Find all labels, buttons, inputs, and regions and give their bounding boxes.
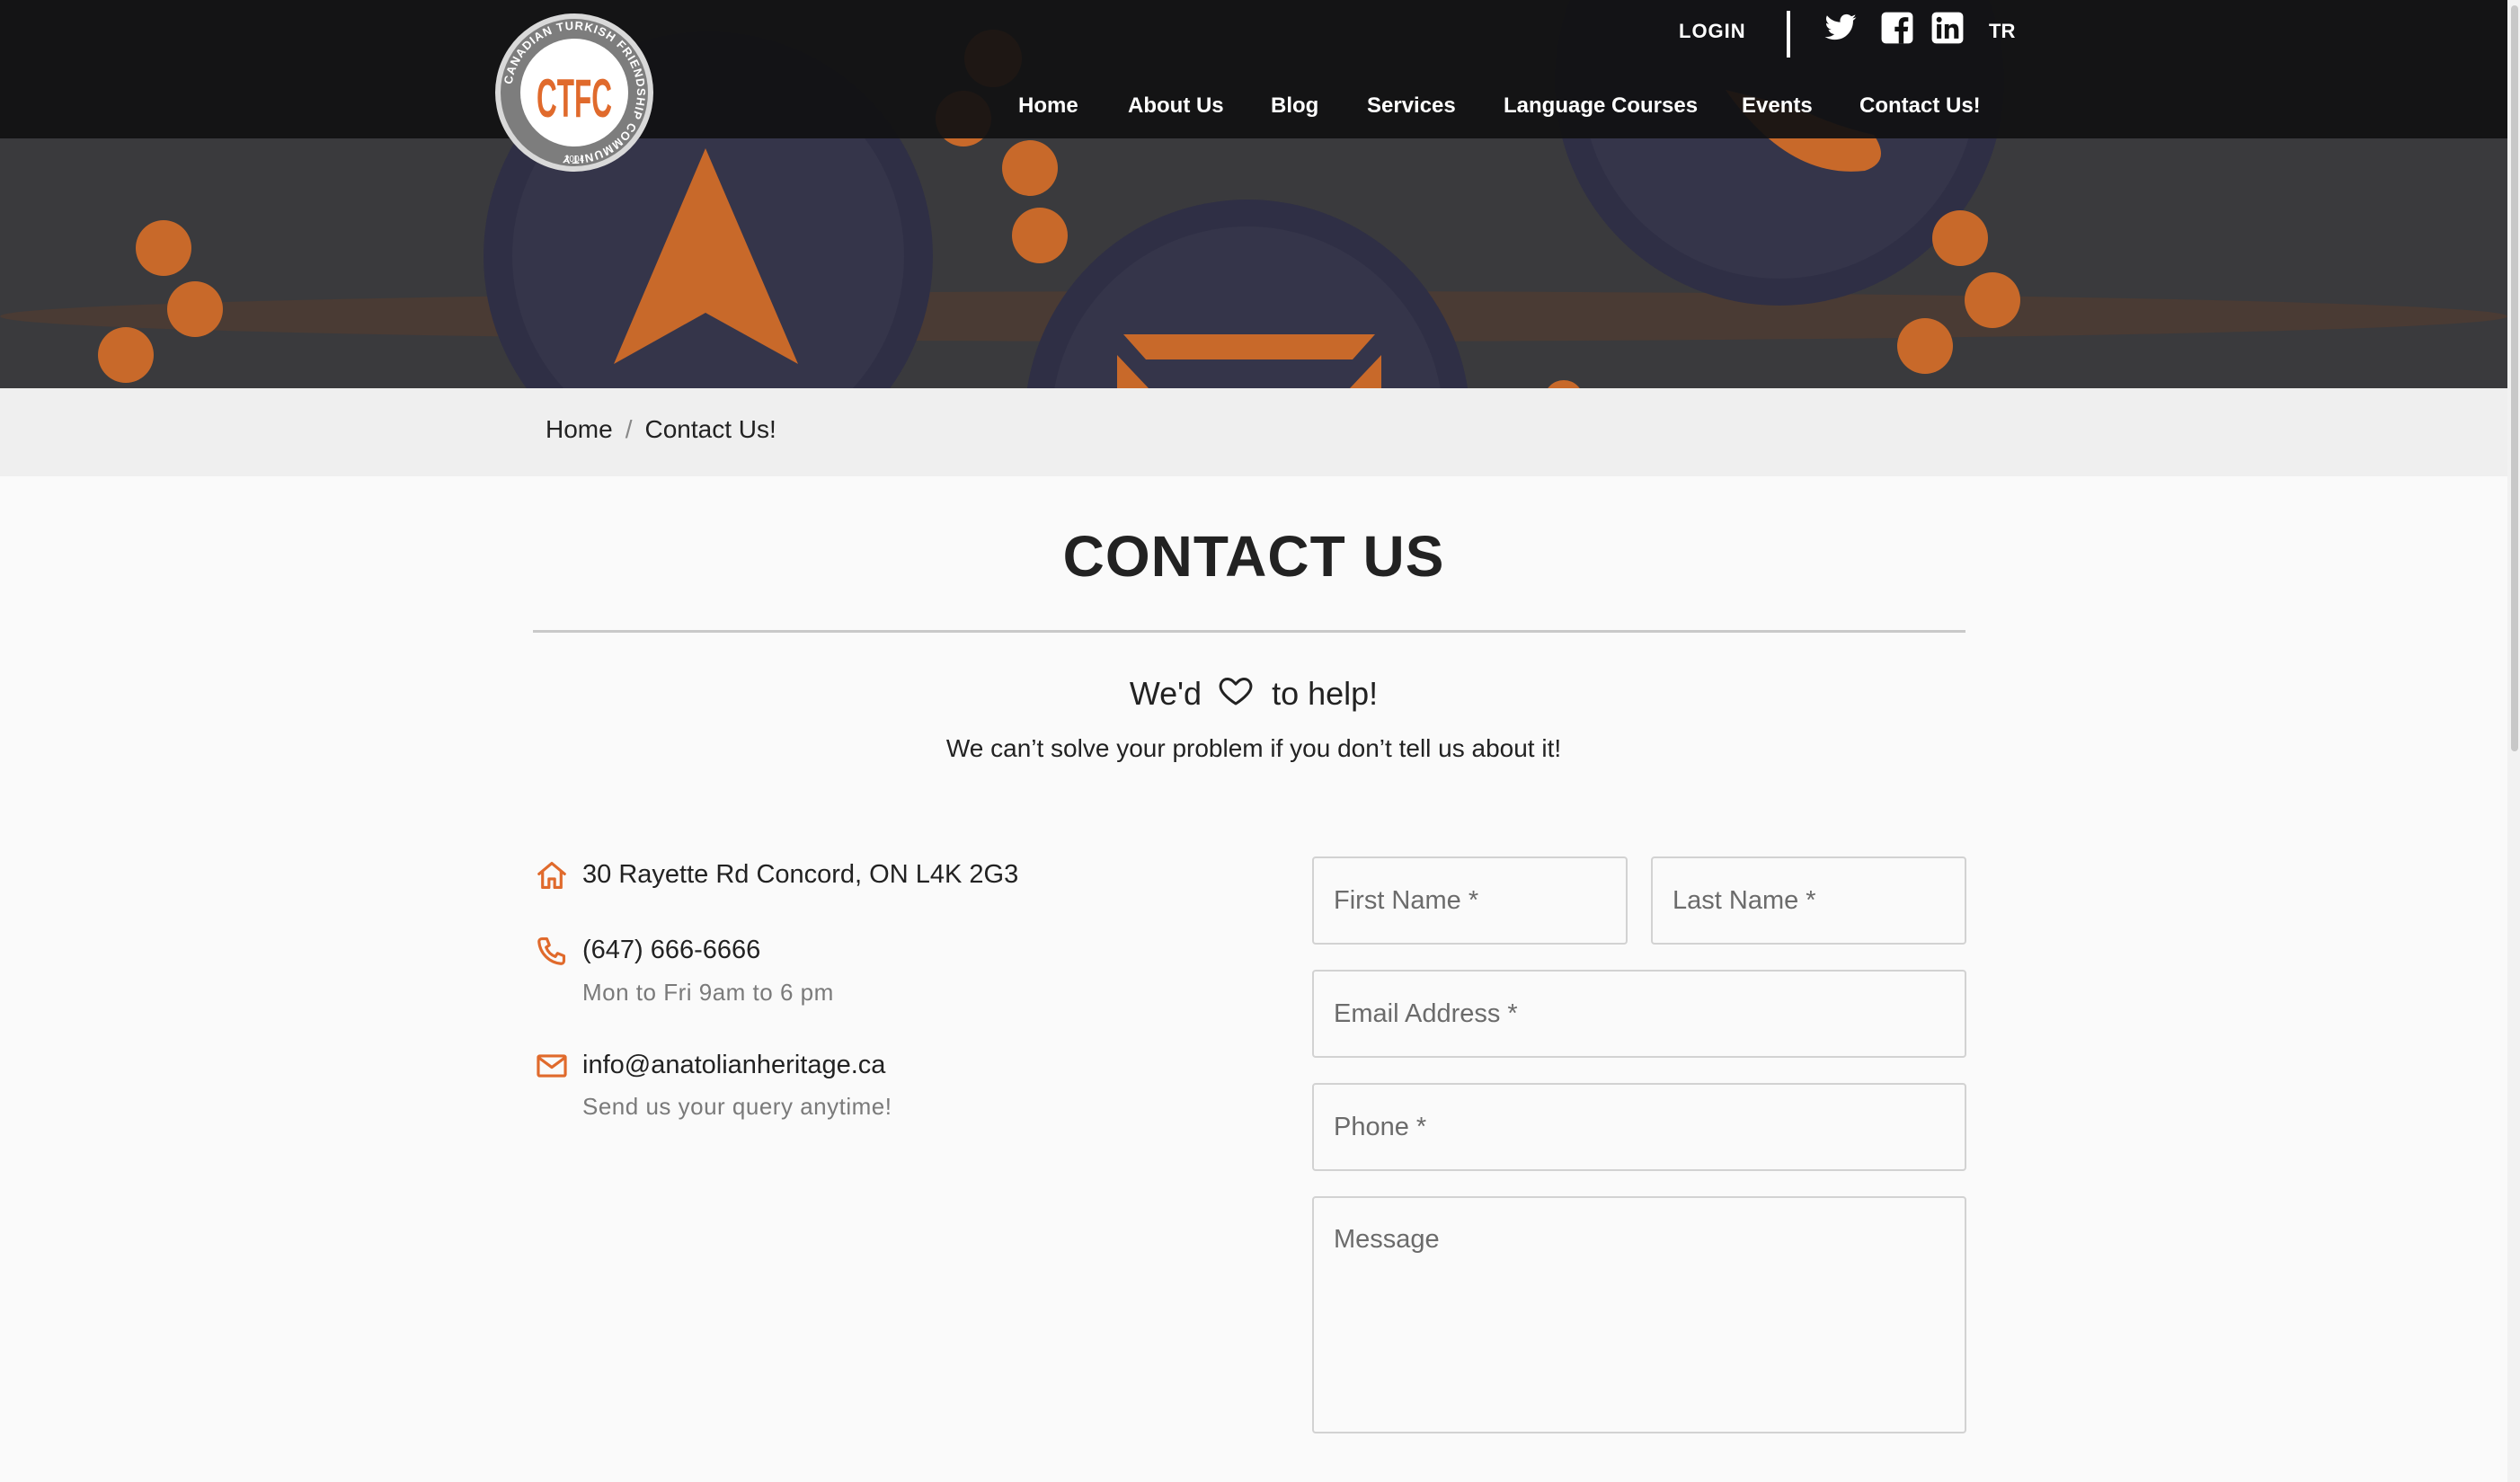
language-toggle[interactable]: TR [1989, 20, 2015, 43]
nav-about-us[interactable]: About Us [1128, 93, 1224, 119]
home-icon [537, 861, 566, 890]
heart-icon [1219, 678, 1253, 706]
first-name-input[interactable] [1312, 856, 1628, 945]
breadcrumb-separator: / [625, 415, 633, 443]
email-input[interactable] [1312, 970, 1966, 1058]
nav-blog[interactable]: Blog [1271, 93, 1318, 119]
header-divider [1787, 11, 1790, 58]
contact-email-note: Send us your query anytime! [582, 1093, 892, 1120]
nav-language-courses[interactable]: Language Courses [1504, 93, 1698, 119]
nav-services[interactable]: Services [1367, 93, 1456, 119]
top-navbar: CANADIAN TURKISH FRIENDSHIP COMMUNITY CT… [0, 0, 2507, 172]
phone-input[interactable] [1312, 1083, 1966, 1171]
nav-contact-us[interactable]: Contact Us! [1859, 93, 1981, 119]
site-logo[interactable]: CANADIAN TURKISH FRIENDSHIP COMMUNITY CT… [492, 11, 656, 174]
page-title: CONTACT US [1062, 524, 1445, 589]
twitter-icon[interactable] [1823, 11, 1858, 45]
contact-address: 30 Rayette Rd Concord, ON L4K 2G3 [582, 860, 1019, 889]
message-textarea[interactable] [1312, 1196, 1966, 1433]
tagline-before: We'd [1129, 675, 1202, 712]
nav-events[interactable]: Events [1742, 93, 1813, 119]
nav-home[interactable]: Home [1018, 93, 1078, 119]
last-name-input[interactable] [1651, 856, 1966, 945]
linkedin-icon[interactable] [1930, 11, 1965, 45]
tagline: We'd to help! [0, 672, 2507, 713]
login-link[interactable]: LOGIN [1679, 20, 1746, 43]
mail-icon [537, 1054, 567, 1078]
phone-icon [537, 936, 566, 965]
breadcrumb-bar: Home / Contact Us! [0, 388, 2507, 476]
logo-monogram: CTFC [537, 68, 612, 129]
title-divider [533, 630, 1965, 633]
breadcrumb: Home / Contact Us! [546, 415, 776, 444]
tagline-after: to help! [1272, 675, 1379, 712]
hero-banner: CANADIAN TURKISH FRIENDSHIP COMMUNITY CT… [0, 0, 2507, 388]
breadcrumb-home[interactable]: Home [546, 415, 613, 443]
scrollbar-thumb[interactable] [2511, 5, 2518, 751]
logo-year: 2004 [564, 155, 585, 164]
breadcrumb-current: Contact Us! [644, 415, 776, 443]
tagline-subtext: We can’t solve your problem if you don’t… [945, 734, 1562, 762]
facebook-icon[interactable] [1880, 11, 1914, 45]
contact-phone[interactable]: (647) 666-6666 [582, 936, 760, 965]
contact-email[interactable]: info@anatolianheritage.ca [582, 1051, 885, 1080]
contact-phone-hours: Mon to Fri 9am to 6 pm [582, 979, 834, 1006]
